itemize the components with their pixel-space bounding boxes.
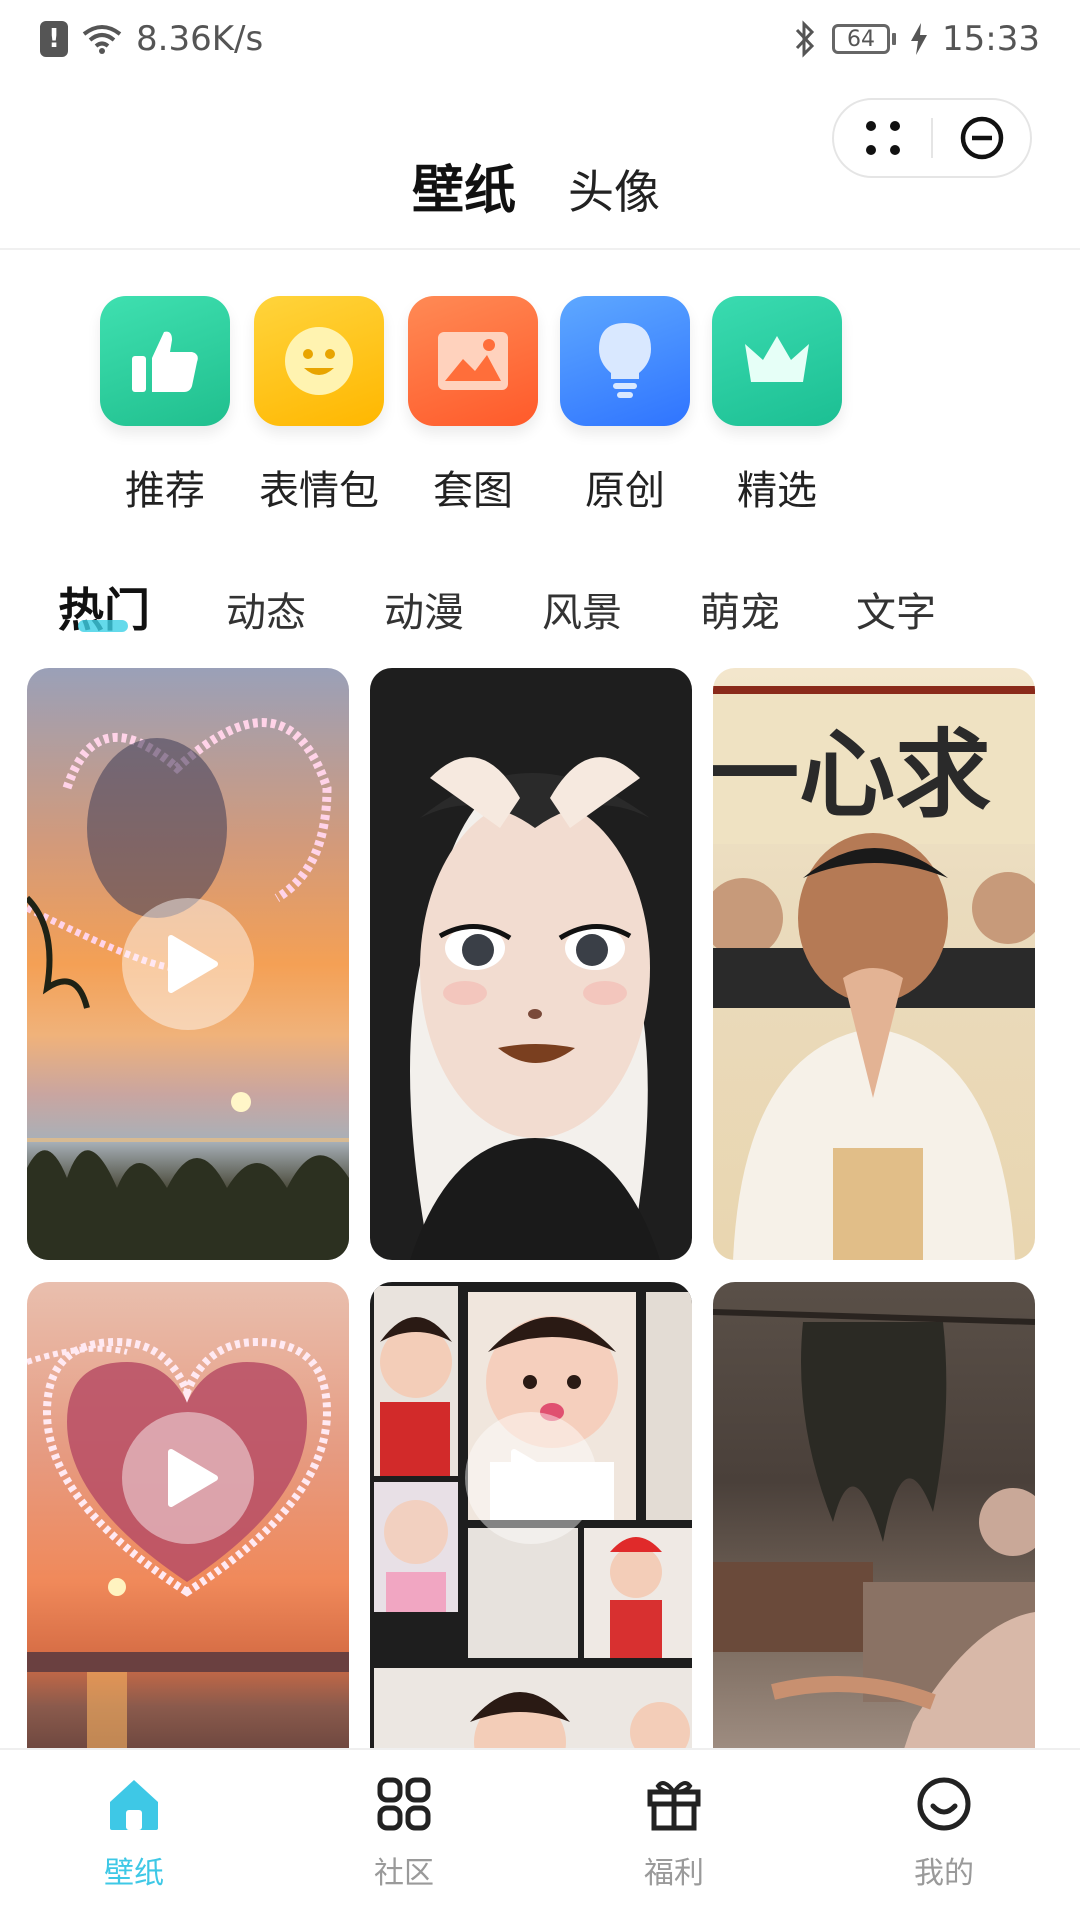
battery-tip (892, 33, 897, 45)
wifi-icon (82, 25, 122, 54)
wallpaper-card[interactable] (27, 1282, 349, 1748)
tab-anime[interactable]: 动漫 (384, 580, 464, 638)
nav-label: 我的 (914, 1856, 974, 1891)
active-tab-indicator (78, 620, 128, 632)
nav-community[interactable]: 社区 (334, 1774, 474, 1892)
dark-scene-art (713, 1309, 1035, 1748)
praying-man-art: 一心求 (713, 686, 1035, 1260)
lightbulb-icon (560, 296, 690, 426)
crown-icon (712, 296, 842, 426)
status-right: 64 15:33 (792, 19, 1040, 59)
tab-dynamic[interactable]: 动态 (226, 580, 306, 638)
category-label: 表情包 (259, 468, 379, 514)
play-icon (511, 1449, 561, 1507)
play-icon (168, 935, 218, 993)
more-dots-icon (865, 121, 900, 155)
play-button[interactable] (122, 1412, 254, 1544)
play-icon (168, 1449, 218, 1507)
close-button[interactable] (933, 100, 1030, 176)
close-circle-icon (960, 116, 1003, 160)
wallpaper-card[interactable] (713, 1282, 1035, 1748)
category-label: 推荐 (125, 468, 205, 514)
battery-level: 64 (832, 24, 891, 54)
nav-label: 社区 (374, 1856, 434, 1891)
wallpaper-card[interactable] (27, 668, 349, 1260)
more-button[interactable] (834, 100, 931, 176)
nav-wallpaper[interactable]: 壁纸 (64, 1774, 204, 1892)
thumbs-up-icon (100, 296, 230, 426)
category-original[interactable]: 原创 (540, 296, 710, 516)
network-speed: 8.36K/s (136, 19, 264, 59)
category-emoji[interactable]: 表情包 (234, 296, 404, 516)
play-button[interactable] (465, 1412, 597, 1544)
category-label: 原创 (585, 468, 665, 514)
category-label: 精选 (737, 468, 817, 514)
anime-girl-art (370, 668, 692, 1260)
category-sets[interactable]: 套图 (388, 296, 558, 516)
header-tabs: 壁纸 头像 (412, 148, 660, 223)
charging-icon (911, 23, 928, 55)
grid-icon (377, 1777, 431, 1831)
battery-icon: 64 (832, 24, 897, 54)
category-row: 推荐 表情包 套图 原创 精选 (0, 296, 1080, 516)
tab-text[interactable]: 文字 (856, 580, 936, 638)
status-bar: ! 8.36K/s 64 15:33 (0, 0, 1080, 78)
svg-text:一心求: 一心求 (713, 718, 991, 831)
wallpaper-card[interactable]: 一心求 (713, 668, 1035, 1260)
image-icon (408, 296, 538, 426)
tab-scenery[interactable]: 风景 (542, 580, 622, 638)
category-featured[interactable]: 精选 (692, 296, 862, 516)
gift-icon (647, 1781, 701, 1831)
miniprogram-capsule (832, 98, 1032, 178)
home-icon (110, 1780, 158, 1830)
nav-label: 壁纸 (104, 1856, 164, 1891)
tab-pets[interactable]: 萌宠 (700, 580, 780, 638)
category-recommend[interactable]: 推荐 (80, 296, 250, 516)
wallpaper-card[interactable] (370, 668, 692, 1260)
smiley-icon (254, 296, 384, 426)
nav-benefits[interactable]: 福利 (604, 1774, 744, 1892)
nav-mine[interactable]: 我的 (874, 1774, 1014, 1892)
bottom-navigation: 壁纸 社区 福利 我的 (0, 1748, 1080, 1920)
tab-avatar[interactable]: 头像 (568, 156, 660, 222)
smile-face-icon (917, 1777, 971, 1831)
header: 壁纸 头像 (0, 78, 1080, 250)
play-button[interactable] (122, 898, 254, 1030)
status-left: ! 8.36K/s (40, 19, 263, 59)
tab-wallpaper[interactable]: 壁纸 (412, 148, 516, 223)
alert-icon: ! (40, 21, 68, 57)
wallpaper-card[interactable] (370, 1282, 692, 1748)
content-tabs: 热门 动态 动漫 风景 萌宠 文字 (0, 570, 1080, 650)
wallpaper-grid: 一心求 (0, 668, 1080, 1748)
bluetooth-icon (795, 20, 815, 58)
clock: 15:33 (942, 19, 1040, 59)
nav-label: 福利 (644, 1856, 704, 1891)
category-label: 套图 (433, 468, 513, 514)
